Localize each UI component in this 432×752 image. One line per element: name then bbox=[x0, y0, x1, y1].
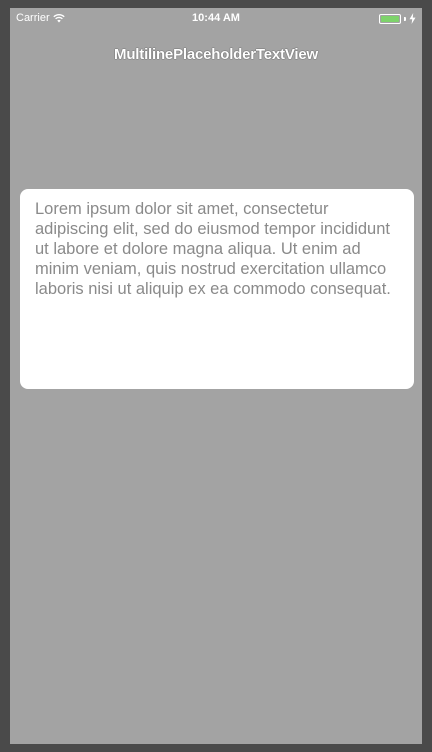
device-frame: Carrier 10:44 AM MultilinePlaceholderTex… bbox=[0, 0, 432, 752]
charging-icon bbox=[409, 13, 416, 24]
screen: Carrier 10:44 AM MultilinePlaceholderTex… bbox=[10, 8, 422, 744]
battery-fill bbox=[381, 15, 399, 22]
status-right bbox=[379, 13, 416, 24]
nav-title: MultilinePlaceholderTextView bbox=[114, 46, 318, 63]
multiline-placeholder-text-view[interactable]: Lorem ipsum dolor sit amet, consectetur … bbox=[20, 189, 414, 389]
placeholder-text: Lorem ipsum dolor sit amet, consectetur … bbox=[35, 200, 391, 298]
status-time: 10:44 AM bbox=[192, 12, 240, 24]
status-bar: Carrier 10:44 AM bbox=[10, 8, 422, 30]
battery-tip bbox=[404, 16, 406, 21]
battery-icon bbox=[379, 13, 401, 24]
